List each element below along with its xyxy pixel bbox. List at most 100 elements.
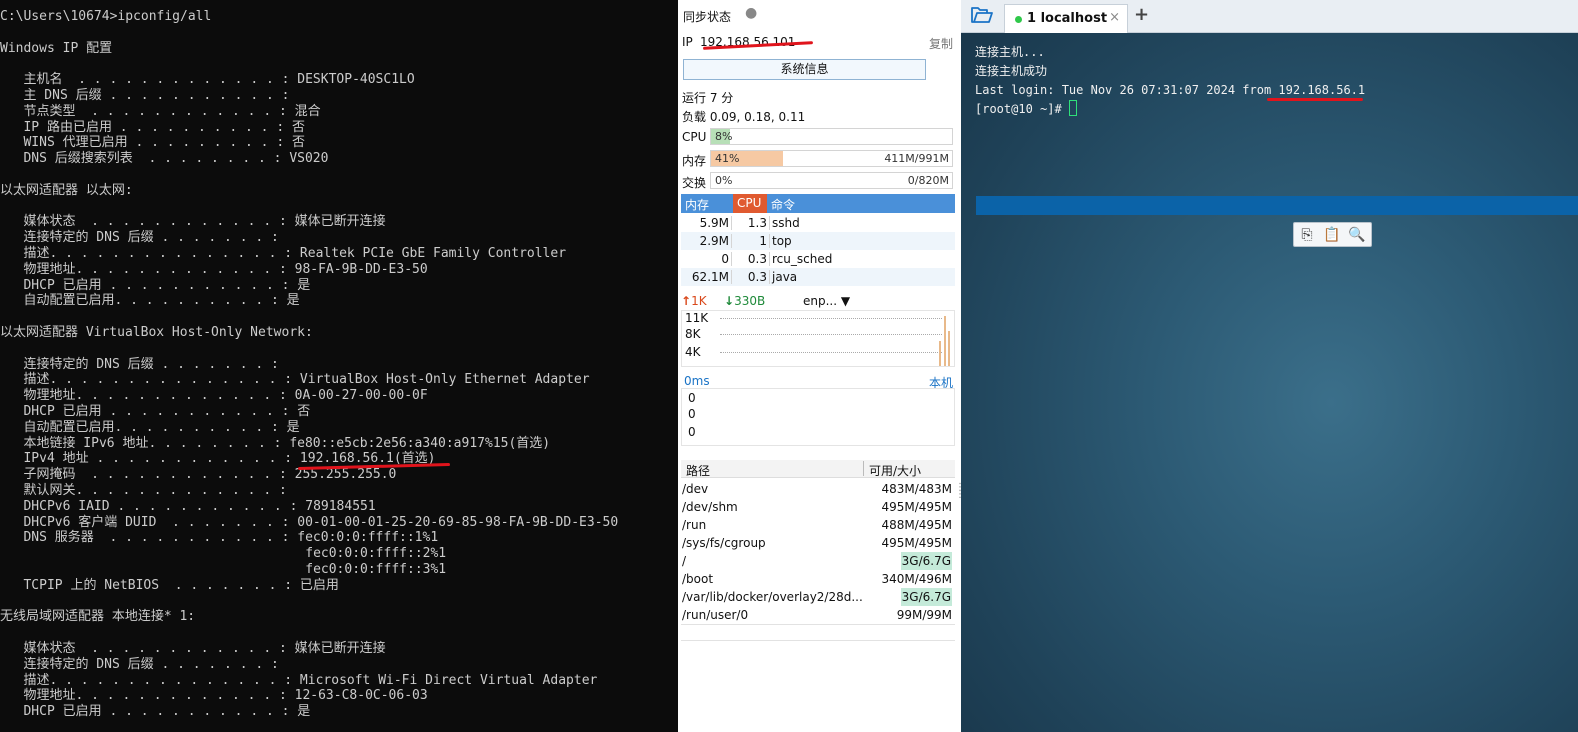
- proc-header-mem[interactable]: 内存: [685, 196, 709, 213]
- proc-header-cpu[interactable]: CPU: [733, 194, 767, 213]
- net-gridline: [720, 352, 942, 353]
- upload-arrow-icon: ↑: [681, 294, 692, 308]
- cmd-output-line: 以太网适配器 以太网:: [0, 182, 133, 198]
- swap-percent: 0%: [715, 174, 733, 187]
- cmd-output-line: DHCP 已启用 . . . . . . . . . . . : 是: [0, 277, 311, 293]
- process-table-header: 内存 CPU 命令: [681, 194, 955, 213]
- cmd-window[interactable]: C:\Users\10674>ipconfig/all Windows IP 配置…: [0, 0, 678, 732]
- ping-latency: 0ms: [684, 374, 710, 388]
- terminal-line: 连接主机成功: [975, 64, 1048, 78]
- disk-row[interactable]: / 3G/6.7G: [681, 552, 955, 570]
- process-mem: 0: [721, 252, 729, 266]
- net-y-tick: 8K: [685, 327, 701, 341]
- cmd-output-line: 自动配置已启用. . . . . . . . . . : 是: [0, 419, 300, 435]
- network-graph: 11K 8K 4K: [681, 310, 955, 367]
- cmd-output-line: 物理地址. . . . . . . . . . . . . : 0A-00-27…: [0, 388, 428, 404]
- disk-path: /run/user/0: [682, 608, 749, 622]
- net-y-tick: 4K: [685, 345, 701, 359]
- disk-row[interactable]: /dev 483M/483M: [681, 480, 955, 498]
- cmd-output-line: 物理地址. . . . . . . . . . . . . : 12-63-C8…: [0, 688, 428, 704]
- disk-size: 3G/6.7G: [900, 588, 952, 606]
- copy-icon[interactable]: ⎘: [1297, 226, 1317, 244]
- disk-row[interactable]: /dev/shm 495M/495M: [681, 498, 955, 516]
- disk-row[interactable]: /boot 340M/496M: [681, 570, 955, 588]
- disk-row[interactable]: /run 488M/495M: [681, 516, 955, 534]
- paste-icon[interactable]: 📋: [1322, 226, 1342, 244]
- cmd-output-line: DHCPv6 客户端 DUID . . . . . . . : 00-01-00…: [0, 514, 619, 530]
- search-icon[interactable]: 🔍: [1347, 226, 1367, 244]
- mem-usage-bar: 41% 411M/991M: [710, 150, 953, 167]
- system-info-button[interactable]: 系统信息: [683, 59, 926, 80]
- disk-path: /run: [682, 518, 707, 532]
- process-command: top: [772, 234, 792, 248]
- disk-size: 483M/483M: [881, 482, 952, 496]
- download-arrow-icon: ↓: [724, 294, 735, 308]
- process-mem: 5.9M: [699, 216, 729, 230]
- net-interface-value: enp...: [803, 294, 838, 308]
- net-traffic-spike: [944, 316, 946, 366]
- cmd-output-line: 子网掩码 . . . . . . . . . . . . : 255.255.2…: [0, 467, 397, 483]
- cmd-output-line: C:\Users\10674>ipconfig/all: [0, 9, 212, 24]
- mem-amount: 411M/991M: [884, 152, 949, 165]
- disk-path: /boot: [682, 572, 714, 586]
- uptime-text: 运行 7 分: [682, 91, 734, 105]
- disk-size: 488M/495M: [881, 518, 952, 532]
- process-row[interactable]: 62.1M 0.3 java: [681, 268, 955, 286]
- process-command: java: [772, 270, 798, 284]
- column-divider: [731, 216, 732, 230]
- disk-row[interactable]: /sys/fs/cgroup 495M/495M: [681, 534, 955, 552]
- disk-path: /sys/fs/cgroup: [682, 536, 766, 550]
- swap-usage-bar: 0% 0/820M: [710, 172, 953, 189]
- cmd-output-line: TCPIP 上的 NetBIOS . . . . . . . : 已启用: [0, 577, 339, 593]
- open-folder-icon[interactable]: [970, 5, 994, 29]
- net-gridline: [720, 318, 942, 319]
- column-divider: [731, 252, 732, 266]
- terminal-prompt-line[interactable]: [root@10 ~]#: [975, 100, 1077, 119]
- column-divider: [769, 252, 770, 266]
- process-row[interactable]: 5.9M 1.3 sshd: [681, 214, 955, 232]
- cmd-output-line: DNS 后缀搜索列表 . . . . . . . . : VS020: [0, 151, 329, 167]
- tab-localhost[interactable]: 1 localhost ×: [1004, 4, 1128, 33]
- disk-row[interactable]: /var/lib/docker/overlay2/28d... 3G/6.7G: [681, 588, 955, 606]
- column-divider[interactable]: [863, 461, 864, 476]
- process-command: sshd: [772, 216, 800, 230]
- process-row[interactable]: 0 0.3 rcu_sched: [681, 250, 955, 268]
- login-ip-red-underline: [1267, 98, 1363, 101]
- connected-status-dot-icon: [1015, 16, 1022, 23]
- mem-label: 内存: [682, 154, 707, 168]
- monitor-panel: 同步状态 ● IP 192.168.56.101 复制 系统信息 运行 7 分 …: [678, 0, 961, 732]
- terminal-window[interactable]: 1 localhost × + 连接主机... 连接主机成功 Last logi…: [961, 0, 1578, 732]
- net-download-value: 330B: [734, 294, 766, 308]
- add-tab-icon[interactable]: +: [1134, 6, 1149, 24]
- column-divider: [769, 270, 770, 284]
- cmd-output-line: 媒体状态 . . . . . . . . . . . . : 媒体已断开连接: [0, 641, 386, 656]
- disk-header-size[interactable]: 可用/大小: [869, 462, 921, 479]
- proc-header-cmd[interactable]: 命令: [771, 196, 795, 213]
- disk-row[interactable]: /run/user/0 99M/99M: [681, 606, 955, 624]
- ping-graph: 0 0 0: [681, 388, 955, 446]
- cmd-output-line: 默认网关. . . . . . . . . . . . . :: [0, 483, 287, 498]
- cmd-output-line: DHCP 已启用 . . . . . . . . . . . : 否: [0, 404, 311, 419]
- net-gridline: [720, 334, 942, 335]
- copy-ip-button[interactable]: 复制: [929, 35, 953, 52]
- net-traffic-spike: [939, 341, 941, 366]
- terminal-prompt: [root@10 ~]#: [975, 102, 1069, 116]
- cmd-output-line: 描述. . . . . . . . . . . . . . . : Virtua…: [0, 372, 590, 388]
- process-row[interactable]: 2.9M 1 top: [681, 232, 955, 250]
- net-traffic-spike: [948, 331, 950, 366]
- disk-header-path[interactable]: 路径: [686, 462, 710, 479]
- ping-y-tick: 0: [688, 425, 696, 439]
- close-tab-icon[interactable]: ×: [1109, 10, 1120, 25]
- cmd-output-line: 媒体状态 . . . . . . . . . . . . : 媒体已断开连接: [0, 214, 386, 230]
- column-divider: [731, 270, 732, 284]
- cmd-output-line: IP 路由已启用 . . . . . . . . . . : 否: [0, 119, 305, 135]
- cmd-output-line: 连接特定的 DNS 后缀 . . . . . . . :: [0, 230, 279, 246]
- net-interface-select[interactable]: enp... ▼: [803, 294, 850, 308]
- process-mem: 2.9M: [699, 234, 729, 248]
- sync-status-dot-icon: ●: [745, 5, 758, 21]
- cmd-output-line: 以太网适配器 VirtualBox Host-Only Network:: [0, 325, 313, 340]
- net-y-tick: 11K: [685, 311, 709, 325]
- process-command: rcu_sched: [772, 252, 833, 266]
- disk-table-footer: [681, 624, 955, 641]
- cmd-output-line: 无线局域网适配器 本地连接* 1:: [0, 609, 196, 625]
